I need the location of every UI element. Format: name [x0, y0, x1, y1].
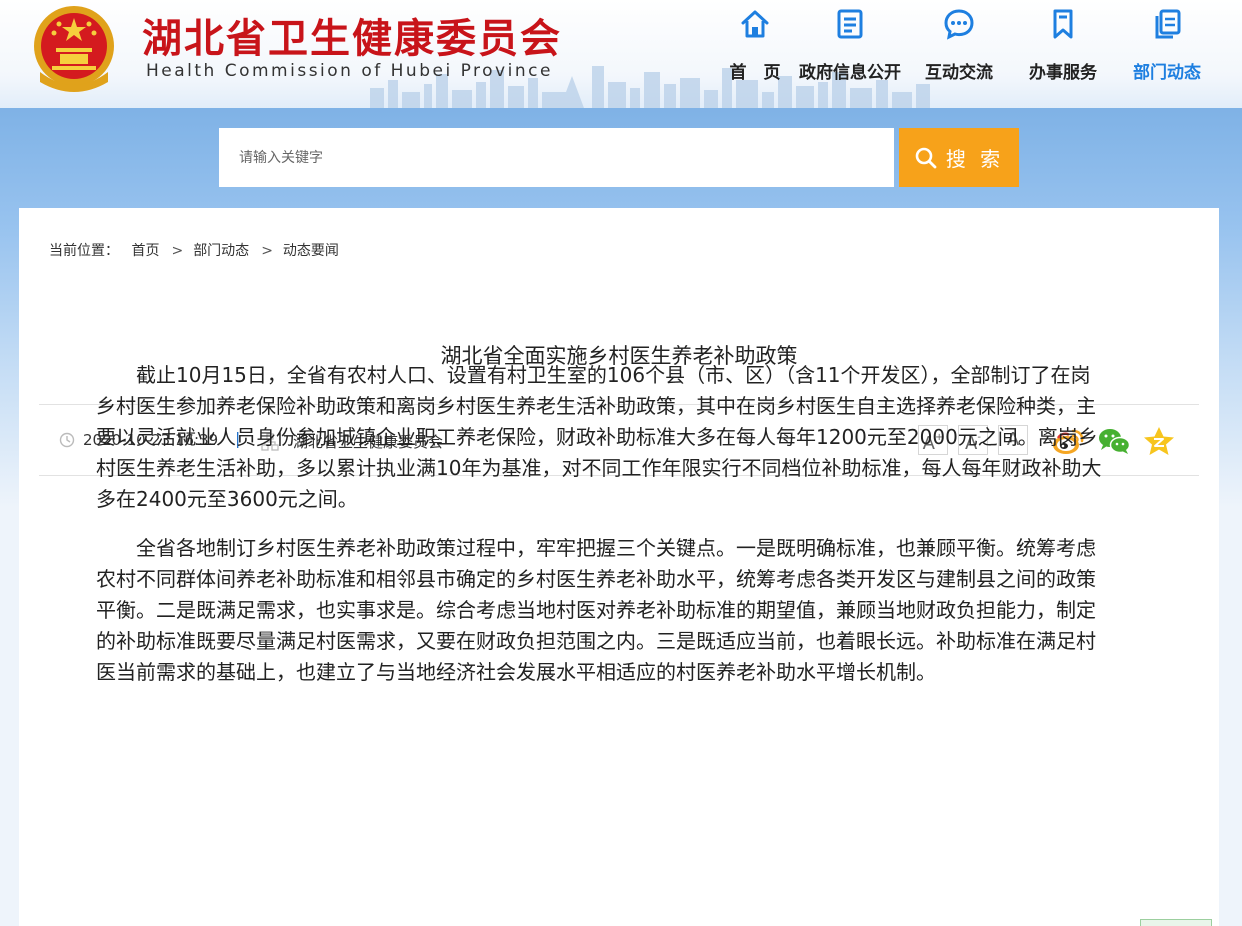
nav-label-interaction: 互动交流: [925, 63, 993, 83]
floating-widget-edge: [1140, 919, 1212, 926]
nav-item-dept-news[interactable]: 部门动态: [1112, 0, 1222, 100]
nav-item-services[interactable]: 办事服务: [1008, 0, 1118, 100]
chat-bubble-icon: [944, 9, 974, 40]
breadcrumb-link-dept-news[interactable]: 部门动态: [193, 243, 249, 259]
search-input[interactable]: [219, 128, 894, 187]
nav-item-interaction[interactable]: 互动交流: [904, 0, 1014, 100]
breadcrumb-link-key-news[interactable]: 动态要闻: [283, 243, 339, 259]
nav-label-gov-info: 政府信息公开: [799, 63, 901, 83]
copy-pages-icon: [1155, 9, 1181, 39]
breadcrumb-prefix: 当前位置：: [49, 243, 119, 259]
nav-label-home: 首 页: [729, 63, 781, 83]
breadcrumb-link-home[interactable]: 首页: [131, 243, 159, 259]
nav-label-dept-news: 部门动态: [1133, 63, 1201, 83]
main-nav: 首 页 政府信息公开 互动交流 办事服务 部门动态: [700, 0, 1230, 108]
article-paragraph: 全省各地制订乡村医生养老补助政策过程中，牢牢把握三个关键点。一是既明确标准，也兼…: [96, 536, 1096, 684]
nav-label-services: 办事服务: [1029, 63, 1097, 83]
bookmark-icon: [1053, 9, 1073, 39]
article-body: 截止10月15日，全省有农村人口、设置有村卫生室的106个县（市、区）（含11个…: [96, 360, 1108, 706]
site-header: 湖北省卫生健康委员会 Health Commission of Hubei Pr…: [0, 0, 1242, 108]
breadcrumb-separator: >: [261, 243, 273, 259]
home-icon: [741, 10, 769, 38]
document-list-icon: [837, 9, 863, 39]
search-icon: [915, 147, 937, 168]
breadcrumb-separator: >: [171, 243, 184, 259]
national-emblem-icon: [34, 6, 114, 92]
site-subtitle: Health Commission of Hubei Province: [146, 61, 553, 81]
site-title: 湖北省卫生健康委员会: [142, 16, 562, 62]
article-paragraph: 截止10月15日，全省有农村人口、设置有村卫生室的106个县（市、区）（含11个…: [96, 363, 1102, 511]
search-button-label: 搜 索: [945, 147, 1005, 171]
clock-icon: [59, 432, 75, 448]
favorite-star-icon[interactable]: [1142, 425, 1176, 457]
search-button[interactable]: 搜 索: [899, 128, 1019, 187]
nav-item-home[interactable]: 首 页: [700, 0, 810, 100]
nav-item-gov-info[interactable]: 政府信息公开: [795, 0, 905, 100]
breadcrumb: 当前位置： 首页 > 部门动态 > 动态要闻: [49, 240, 347, 260]
